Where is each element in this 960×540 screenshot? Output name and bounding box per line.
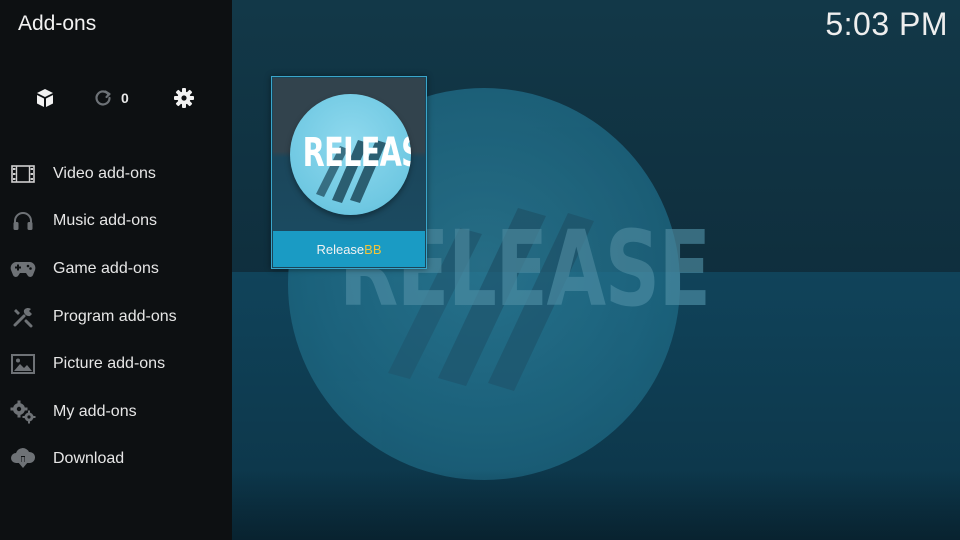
settings-button[interactable] (173, 84, 195, 112)
sidebar-item-my-addons[interactable]: My add-ons (0, 388, 232, 436)
gears-icon (10, 400, 36, 424)
bottom-shade (232, 470, 960, 540)
update-count: 0 (121, 90, 129, 106)
sidebar-item-game-addons[interactable]: Game add-ons (0, 245, 232, 293)
addon-browser-button[interactable] (34, 84, 56, 112)
gear-icon (174, 88, 194, 108)
sidebar-item-label: My add-ons (53, 402, 137, 420)
sidebar: Add-ons 0 Video add-ons Music add-ons Ga… (0, 0, 232, 540)
film-icon (10, 163, 36, 185)
sidebar-item-picture-addons[interactable]: Picture add-ons (0, 340, 232, 388)
addon-category-menu: Video add-ons Music add-ons Game add-ons… (0, 150, 232, 483)
sidebar-item-label: Picture add-ons (53, 355, 166, 373)
sidebar-item-program-addons[interactable]: Program add-ons (0, 293, 232, 341)
sidebar-item-label: Music add-ons (53, 212, 158, 230)
clock: 5:03 PM (825, 6, 948, 42)
addon-name-accent: BB (364, 241, 382, 257)
addon-logo: RELEASE (290, 94, 411, 215)
addon-name-label: Release BB (273, 231, 425, 267)
picture-icon (10, 353, 36, 375)
addon-tile-releasebb[interactable]: RELEASE ReleaseBB (271, 76, 427, 269)
refresh-icon (95, 90, 111, 106)
addon-logo-text: RELEASE (302, 130, 411, 176)
addon-name-main: Release (316, 241, 365, 257)
tools-icon (10, 306, 36, 328)
sidebar-item-label: Program add-ons (53, 307, 177, 325)
cloud-download-icon (10, 448, 36, 470)
addon-thumbnail: RELEASE (273, 78, 425, 231)
sidebar-item-label: Game add-ons (53, 259, 159, 277)
sidebar-item-label: Video add-ons (53, 164, 156, 182)
sidebar-item-download[interactable]: Download (0, 436, 232, 484)
sidebar-item-label: Download (53, 450, 125, 468)
sidebar-toolbar: 0 (0, 84, 232, 112)
page-title: Add-ons (18, 12, 97, 35)
sidebar-item-video-addons[interactable]: Video add-ons (0, 150, 232, 198)
addon-box-icon (37, 89, 53, 107)
sidebar-item-music-addons[interactable]: Music add-ons (0, 198, 232, 246)
gamepad-icon (10, 258, 36, 280)
check-updates-button[interactable]: 0 (94, 84, 129, 112)
headphones-icon (10, 210, 36, 232)
